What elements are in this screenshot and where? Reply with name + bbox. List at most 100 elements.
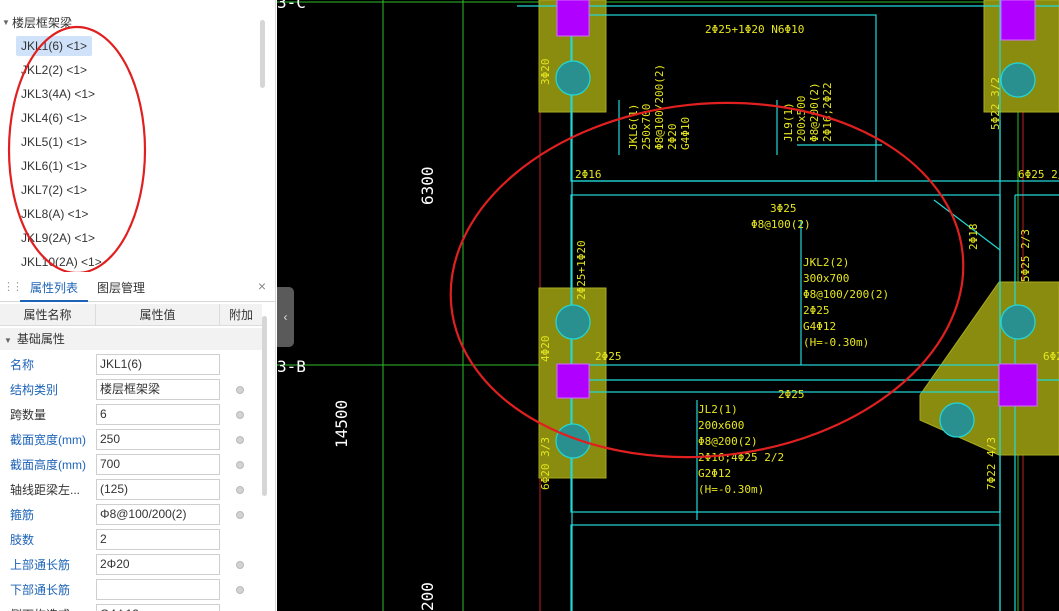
svg-text:Φ8@200(2): Φ8@200(2): [698, 435, 758, 448]
axis-label-3c: 3-C: [277, 0, 306, 12]
annotation-2-18: 2Φ18: [967, 224, 980, 251]
section-basic-properties[interactable]: ▼ 基础属性: [0, 328, 262, 350]
chevron-left-icon[interactable]: ‹: [284, 310, 288, 324]
annotation-6-25: 6Φ25 2/: [1018, 168, 1059, 181]
tree-markup-overlay: [7, 25, 147, 272]
svg-text:G4Φ10: G4Φ10: [679, 117, 692, 150]
property-value-input[interactable]: 2: [96, 529, 220, 550]
annotation-col-left-mid2: 4Φ20: [539, 336, 552, 363]
svg-text:JL2(1): JL2(1): [698, 403, 738, 416]
column-right-mid: [919, 281, 1059, 456]
annotation-2-16: 2Φ16: [575, 168, 602, 181]
annotation-5-25: 5Φ25 2/3: [1019, 229, 1032, 282]
panel-tabs: ⋮⋮ 属性列表 图层管理 ×: [0, 272, 275, 302]
svg-text:2Φ16;2Φ22: 2Φ16;2Φ22: [821, 82, 834, 142]
dimension-200: 200: [418, 582, 437, 611]
property-row: 下部通长筋: [0, 577, 262, 602]
attach-checkbox[interactable]: [236, 386, 244, 394]
cad-drawing[interactable]: 3-C 3-B 6300 14500 200 2Φ25+1Φ20 N6Φ10 3…: [277, 0, 1059, 611]
annotation-jkl2-stirrup: Φ8@100(2): [751, 218, 811, 231]
svg-text:JKL2(2): JKL2(2): [803, 256, 849, 269]
dimension-texts: 3-C 3-B 6300 14500 200: [277, 0, 437, 611]
red-ellipse-tree-markup: [7, 25, 147, 272]
svg-text:JKL6(1): JKL6(1): [627, 104, 640, 150]
close-icon[interactable]: ×: [258, 278, 266, 294]
caret-down-icon[interactable]: ▼: [4, 336, 12, 345]
attach-checkbox[interactable]: [236, 561, 244, 569]
svg-text:(H=-0.30m): (H=-0.30m): [698, 483, 764, 496]
annotation-col-left-top: 3Φ20: [539, 59, 552, 86]
column-extra: 附加: [228, 308, 253, 322]
property-value-input[interactable]: 楼层框架梁: [96, 379, 220, 400]
property-value-input[interactable]: [96, 579, 220, 600]
attach-checkbox[interactable]: [236, 486, 244, 494]
property-name: 侧面构造或...: [10, 606, 80, 611]
property-value-input[interactable]: 700: [96, 454, 220, 475]
svg-text:(H=-0.30m): (H=-0.30m): [803, 336, 869, 349]
attach-checkbox[interactable]: [236, 436, 244, 444]
axis-label-3b: 3-B: [277, 357, 306, 376]
property-name: 肢数: [10, 533, 35, 547]
property-value-input[interactable]: JKL1(6): [96, 354, 220, 375]
attach-checkbox[interactable]: [236, 461, 244, 469]
svg-text:Φ8@100/200(2): Φ8@100/200(2): [803, 288, 889, 301]
annotation-col-right-top: 5Φ22 3/2: [989, 77, 1002, 130]
drawing-canvas[interactable]: 3-C 3-B 6300 14500 200 2Φ25+1Φ20 N6Φ10 3…: [277, 0, 1059, 611]
property-value-input[interactable]: 6: [96, 404, 220, 425]
properties-scrollbar[interactable]: [262, 316, 267, 496]
svg-text:Φ8@100/200(2): Φ8@100/200(2): [653, 64, 666, 150]
property-value-input[interactable]: 2Φ20: [96, 554, 220, 575]
property-row: 轴线距梁左... (125): [0, 477, 262, 502]
property-row: 肢数 2: [0, 527, 262, 552]
axis-lines: [277, 0, 1059, 611]
annotation-jkl6: JKL6(1) 250x700 Φ8@100/200(2) 2Φ20 G4Φ10: [627, 64, 692, 150]
drag-grip-icon[interactable]: ⋮⋮: [3, 280, 23, 293]
attach-checkbox[interactable]: [236, 586, 244, 594]
annotation-2-25a: 2Φ25: [595, 350, 622, 363]
tab-property-list[interactable]: 属性列表: [20, 276, 89, 302]
dimension-14500: 14500: [332, 400, 351, 448]
attach-checkbox[interactable]: [236, 511, 244, 519]
property-row: 上部通长筋 2Φ20: [0, 552, 262, 577]
annotation-top-beam: 2Φ25+1Φ20 N6Φ10: [705, 23, 804, 36]
tab-layer-management[interactable]: 图层管理: [87, 276, 155, 302]
svg-text:200x500: 200x500: [795, 96, 808, 142]
svg-text:2Φ25: 2Φ25: [803, 304, 830, 317]
properties-panel: ⋮⋮ 属性列表 图层管理 × 属性名称 属性值 附加 ▼ 基础属性 名称 JKL1(…: [0, 272, 276, 611]
annotation-col-left-mid: 2Φ25+1Φ20: [575, 240, 588, 300]
columns: [538, 0, 1059, 479]
property-row: 侧面构造或... G4Φ12: [0, 602, 262, 611]
property-value-input[interactable]: G4Φ12: [96, 604, 220, 611]
annotation-2-25b: 2Φ25: [778, 388, 805, 401]
property-name: 箍筋: [10, 508, 35, 522]
property-row: 跨数量 6: [0, 402, 262, 427]
property-row: 结构类别 楼层框架梁: [0, 377, 262, 402]
annotation-jl2: JL2(1) 200x600 Φ8@200(2) 2Φ16;4Φ25 2/2 G…: [698, 403, 784, 496]
svg-text:2Φ20: 2Φ20: [666, 124, 679, 151]
property-name: 名称: [10, 358, 35, 372]
property-value-input[interactable]: (125): [96, 479, 220, 500]
red-lines: [539, 0, 1024, 611]
annotation-jkl2: JKL2(2) 300x700 Φ8@100/200(2) 2Φ25 G4Φ12…: [803, 256, 889, 349]
property-value-input[interactable]: 250: [96, 429, 220, 450]
property-name: 轴线距梁左...: [10, 483, 81, 497]
annotation-col-left-bot: 6Φ20 3/3: [539, 437, 552, 490]
svg-text:300x700: 300x700: [803, 272, 849, 285]
column-name: 属性名称: [0, 304, 96, 326]
property-row: 箍筋 Φ8@100/200(2): [0, 502, 262, 527]
annotation-jkl2-top: 3Φ25: [770, 202, 797, 215]
property-name: 截面高度(mm): [10, 458, 86, 472]
property-name: 上部通长筋: [10, 558, 71, 572]
property-name: 下部通长筋: [10, 583, 71, 597]
property-value-input[interactable]: Φ8@100/200(2): [96, 504, 220, 525]
property-row: 名称 JKL1(6): [0, 352, 262, 377]
annotation-col-right-bot: 7Φ22 4/3: [985, 437, 998, 490]
section-label: 基础属性: [16, 332, 65, 346]
svg-text:G4Φ12: G4Φ12: [803, 320, 836, 333]
property-row: 截面高度(mm) 700: [0, 452, 262, 477]
svg-text:200x600: 200x600: [698, 419, 744, 432]
collapse-panel-button[interactable]: ‹: [277, 287, 294, 347]
attach-checkbox[interactable]: [236, 411, 244, 419]
property-name: 结构类别: [10, 383, 59, 397]
dimension-6300: 6300: [418, 166, 437, 205]
